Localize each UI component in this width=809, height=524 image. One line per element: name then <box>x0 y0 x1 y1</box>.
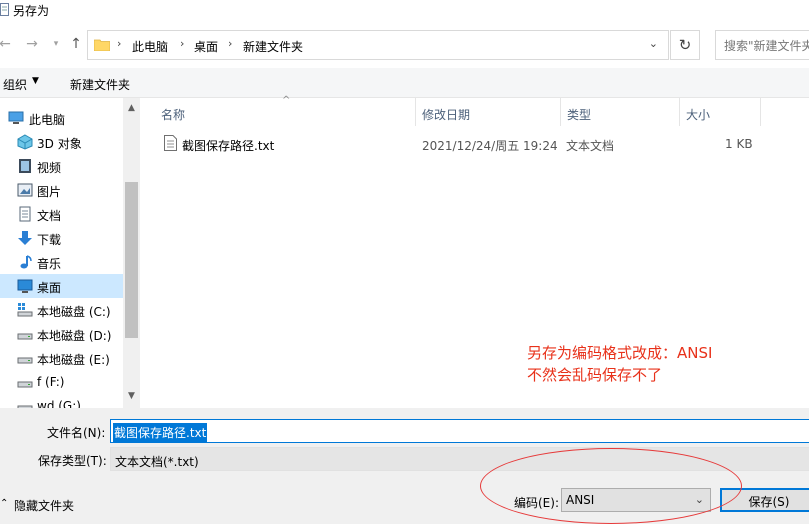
download-icon <box>18 231 32 245</box>
breadcrumb-item-this-pc[interactable]: 此电脑 <box>132 38 168 55</box>
filetype-label: 保存类型(T): <box>38 454 107 468</box>
caret-down-icon: ▼ <box>32 76 39 86</box>
text-file-icon <box>164 135 177 151</box>
encoding-value: ANSI <box>566 493 595 507</box>
filetype-select[interactable]: 文本文档(*.txt) <box>110 447 809 471</box>
breadcrumb-separator: › <box>117 37 122 50</box>
sidebar-item-documents[interactable]: 文档 <box>0 202 123 226</box>
save-form: 文件名(N): 截图保存路径.txt 保存类型(T): 文本文档(*.txt) … <box>0 408 809 524</box>
sidebar-item-drive-d[interactable]: 本地磁盘 (D:) <box>0 322 123 346</box>
up-arrow-icon[interactable]: ↑ <box>68 36 84 52</box>
sidebar-item-3d-objects[interactable]: 3D 对象 <box>0 130 123 154</box>
chevron-down-icon[interactable]: ▾ <box>48 36 64 52</box>
chevron-down-icon: ⌄ <box>694 493 704 506</box>
sidebar-item-label: 3D 对象 <box>37 137 82 151</box>
breadcrumb-separator: › <box>180 37 185 50</box>
file-list: ^ 名称 修改日期 类型 大小 截图保存路径.txt 2021/12/24/周五… <box>140 95 809 408</box>
command-bar: 组织 ▼ 新建文件夹 <box>0 68 809 98</box>
sidebar-item-videos[interactable]: 视频 <box>0 154 123 178</box>
organize-menu[interactable]: 组织 <box>3 76 27 93</box>
sidebar-item-drive-g[interactable]: wd (G:) <box>0 394 123 408</box>
refresh-icon: ↻ <box>678 36 692 54</box>
sidebar-item-label: wd (G:) <box>37 399 81 408</box>
computer-icon <box>8 111 24 124</box>
pictures-icon <box>17 183 33 197</box>
navigation-scrollbar[interactable]: ▲ ▼ <box>123 98 140 408</box>
column-header-modified[interactable]: 修改日期 <box>416 98 560 126</box>
file-modified: 2021/12/24/周五 19:24 <box>422 139 558 153</box>
sidebar-item-label: 视频 <box>37 161 62 175</box>
column-header-type[interactable]: 类型 <box>561 98 679 126</box>
sidebar-item-label: 下载 <box>37 233 62 247</box>
annotation-line: 不然会乱码保存不了 <box>527 366 663 384</box>
filename-label: 文件名(N): <box>47 426 106 440</box>
folder-icon <box>94 39 110 51</box>
sidebar-item-label: 此电脑 <box>29 113 66 127</box>
notepad-icon <box>0 3 9 16</box>
window-title: 另存为 <box>13 4 50 18</box>
sidebar-item-this-pc[interactable]: 此电脑 <box>0 106 123 130</box>
title-bar: 另存为 <box>0 0 809 24</box>
documents-icon <box>19 206 31 222</box>
sidebar-item-drive-f[interactable]: f (F:) <box>0 370 123 394</box>
annotation-note: 另存为编码格式改成：ANSI 不然会乱码保存不了 <box>527 342 712 386</box>
filename-input[interactable]: 截图保存路径.txt <box>110 419 809 443</box>
sidebar-item-downloads[interactable]: 下载 <box>0 226 123 250</box>
breadcrumb-item-desktop[interactable]: 桌面 <box>194 38 218 55</box>
file-size: 1 KB <box>725 137 753 151</box>
sidebar-item-label: 桌面 <box>37 281 62 295</box>
file-type: 文本文档 <box>566 139 615 153</box>
annotation-line: 另存为编码格式改成：ANSI <box>527 344 713 362</box>
file-name: 截图保存路径.txt <box>182 139 275 153</box>
sidebar-item-label: 本地磁盘 (E:) <box>37 353 110 367</box>
sidebar-item-label: 图片 <box>37 185 62 199</box>
sidebar-item-desktop[interactable]: 桌面 <box>0 274 123 298</box>
search-input[interactable]: 搜索"新建文件夹" <box>715 30 809 60</box>
navigation-pane: 此电脑 3D 对象 视频 图片 文档 下载 音乐 桌面 本地磁盘 (C:) 本地… <box>0 98 123 408</box>
system-drive-icon <box>17 303 33 317</box>
drive-icon <box>17 405 33 408</box>
refresh-button[interactable]: ↻ <box>670 30 700 60</box>
filename-value: 截图保存路径.txt <box>113 423 208 442</box>
sidebar-item-label: 文档 <box>37 209 62 223</box>
save-button[interactable]: 保存(S) <box>720 488 809 512</box>
drive-icon <box>17 357 33 364</box>
chevron-down-icon[interactable]: ⌄ <box>649 37 658 50</box>
3d-objects-icon <box>17 134 33 150</box>
address-bar[interactable]: › 此电脑 › 桌面 › 新建文件夹 ⌄ <box>87 30 669 60</box>
hide-folders-button[interactable]: 隐藏文件夹 <box>14 497 74 514</box>
scroll-down-icon[interactable]: ▼ <box>123 388 140 405</box>
forward-arrow-icon[interactable]: → <box>24 36 40 52</box>
sidebar-item-drive-e[interactable]: 本地磁盘 (E:) <box>0 346 123 370</box>
column-header-name[interactable]: 名称 <box>155 98 415 126</box>
save-as-dialog: 另存为 ← → ▾ ↑ › 此电脑 › 桌面 › 新建文件夹 ⌄ ↻ 搜索"新建… <box>0 0 809 524</box>
music-icon <box>20 255 32 269</box>
video-icon <box>19 159 31 173</box>
sidebar-item-drive-c[interactable]: 本地磁盘 (C:) <box>0 298 123 322</box>
sidebar-item-label: f (F:) <box>37 375 65 389</box>
scroll-thumb[interactable] <box>125 182 138 338</box>
scroll-up-icon[interactable]: ▲ <box>123 100 140 117</box>
desktop-icon <box>17 279 33 293</box>
column-header-size[interactable]: 大小 <box>680 98 760 126</box>
drive-icon <box>17 381 33 388</box>
breadcrumb-separator: › <box>228 37 233 50</box>
sidebar-item-pictures[interactable]: 图片 <box>0 178 123 202</box>
sidebar-item-label: 音乐 <box>37 257 62 271</box>
caret-up-icon[interactable]: ⌃ <box>0 498 8 509</box>
sidebar-item-label: 本地磁盘 (C:) <box>37 305 111 319</box>
sidebar-item-music[interactable]: 音乐 <box>0 250 123 274</box>
filetype-value: 文本文档(*.txt) <box>115 455 199 469</box>
navigation-bar: ← → ▾ ↑ › 此电脑 › 桌面 › 新建文件夹 ⌄ ↻ 搜索"新建文件夹" <box>0 24 809 68</box>
breadcrumb-item-new-folder[interactable]: 新建文件夹 <box>243 38 303 55</box>
encoding-select[interactable]: ANSI ⌄ <box>561 488 711 512</box>
drive-icon <box>17 333 33 340</box>
back-arrow-icon[interactable]: ← <box>0 36 13 52</box>
sidebar-item-label: 本地磁盘 (D:) <box>37 329 112 343</box>
new-folder-button[interactable]: 新建文件夹 <box>70 76 130 93</box>
encoding-label: 编码(E): <box>514 496 559 510</box>
column-divider[interactable] <box>760 98 761 126</box>
